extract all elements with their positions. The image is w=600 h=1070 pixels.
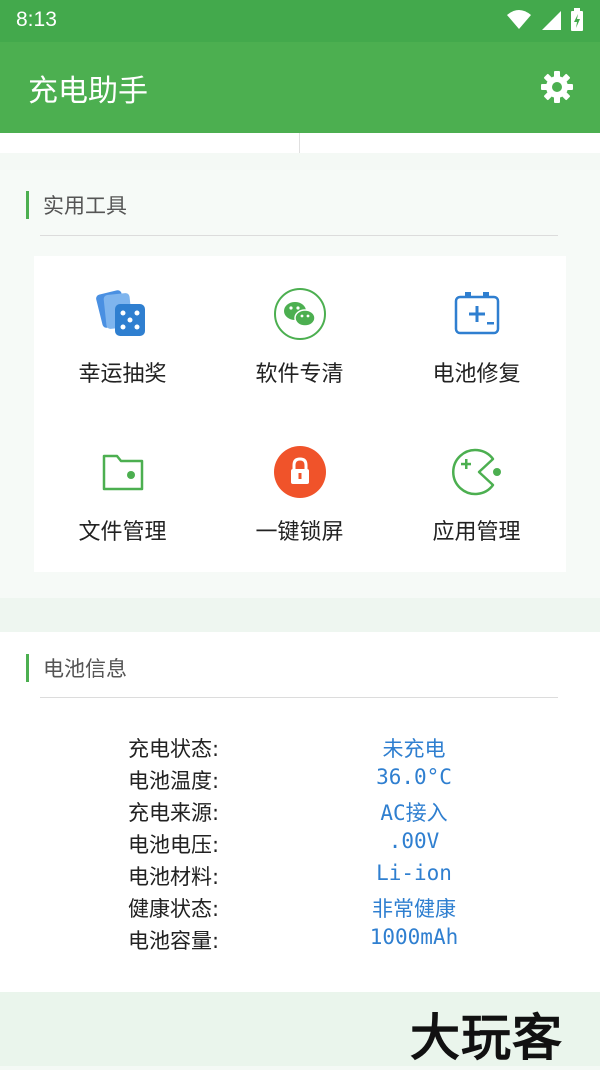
info-label: 电池温度:	[128, 769, 220, 793]
tool-label: 电池修复	[432, 362, 521, 387]
tool-app-manager[interactable]: 应用管理	[388, 414, 565, 572]
tools-section-title: 实用工具	[43, 194, 127, 218]
lock-icon	[274, 446, 326, 498]
tool-app-clean[interactable]: 软件专清	[211, 256, 388, 414]
tools-grid: 幸运抽奖 软件专清 电池修复 文件管理 一键锁屏 应用管理	[34, 256, 566, 572]
info-label: 电池电压:	[128, 833, 220, 857]
info-label: 电池材料:	[128, 865, 220, 889]
info-row-charge-status: 充电状态: 未充电	[0, 733, 600, 765]
folder-icon	[102, 454, 144, 491]
info-row-health: 健康状态: 非常健康	[0, 893, 600, 925]
wifi-icon	[507, 10, 531, 29]
battery-section-header: 电池信息	[26, 654, 127, 682]
app-bar: 充电助手	[0, 42, 600, 133]
battery-icon	[571, 8, 583, 31]
section-gap	[0, 598, 600, 632]
info-label: 充电状态:	[128, 737, 220, 761]
tab-strip	[0, 133, 600, 153]
info-label: 健康状态:	[128, 897, 220, 921]
battery-section-title: 电池信息	[43, 657, 127, 681]
tool-label: 应用管理	[432, 520, 521, 545]
tool-battery-repair[interactable]: 电池修复	[388, 256, 565, 414]
status-icons	[506, 8, 584, 32]
info-row-temperature: 电池温度: 36.0°C	[0, 765, 600, 797]
tool-label: 幸运抽奖	[78, 362, 167, 387]
app-title: 充电助手	[28, 74, 148, 109]
info-row-material: 电池材料: Li-ion	[0, 861, 600, 893]
info-value: 1000mAh	[369, 925, 459, 949]
info-value: .00V	[388, 829, 440, 853]
tool-label: 软件专清	[255, 362, 344, 387]
tools-divider	[40, 235, 558, 236]
info-row-voltage: 电池电压: .00V	[0, 829, 600, 861]
info-value: Li-ion	[376, 861, 452, 885]
section-accent-bar	[26, 191, 29, 219]
gear-icon	[541, 71, 573, 103]
status-bar: 8:13	[0, 0, 600, 42]
info-value: 非常健康	[372, 897, 456, 921]
tool-file-manager[interactable]: 文件管理	[34, 414, 211, 572]
info-value: AC接入	[380, 801, 448, 825]
info-row-capacity: 电池容量: 1000mAh	[0, 925, 600, 957]
section-accent-bar	[26, 654, 29, 682]
tool-label: 一键锁屏	[255, 520, 344, 545]
battery-divider	[40, 697, 558, 698]
info-row-charge-source: 充电来源: AC接入	[0, 797, 600, 829]
info-label: 充电来源:	[128, 801, 220, 825]
tools-section-header: 实用工具	[26, 191, 127, 219]
wechat-icon	[274, 288, 326, 340]
info-value: 未充电	[382, 737, 446, 761]
settings-button[interactable]	[540, 70, 574, 104]
dice-cards-icon	[96, 290, 145, 336]
info-label: 电池容量:	[128, 929, 220, 953]
watermark: 大玩客	[410, 1009, 563, 1067]
tool-label: 文件管理	[78, 520, 167, 545]
tab-divider	[299, 133, 300, 153]
tool-lucky-draw[interactable]: 幸运抽奖	[34, 256, 211, 414]
cell-signal-icon	[542, 11, 561, 30]
tool-lock-screen[interactable]: 一键锁屏	[211, 414, 388, 572]
pacman-app-icon	[452, 448, 501, 496]
battery-repair-icon	[454, 292, 500, 335]
info-value: 36.0°C	[376, 765, 452, 789]
status-time: 8:13	[16, 8, 57, 31]
